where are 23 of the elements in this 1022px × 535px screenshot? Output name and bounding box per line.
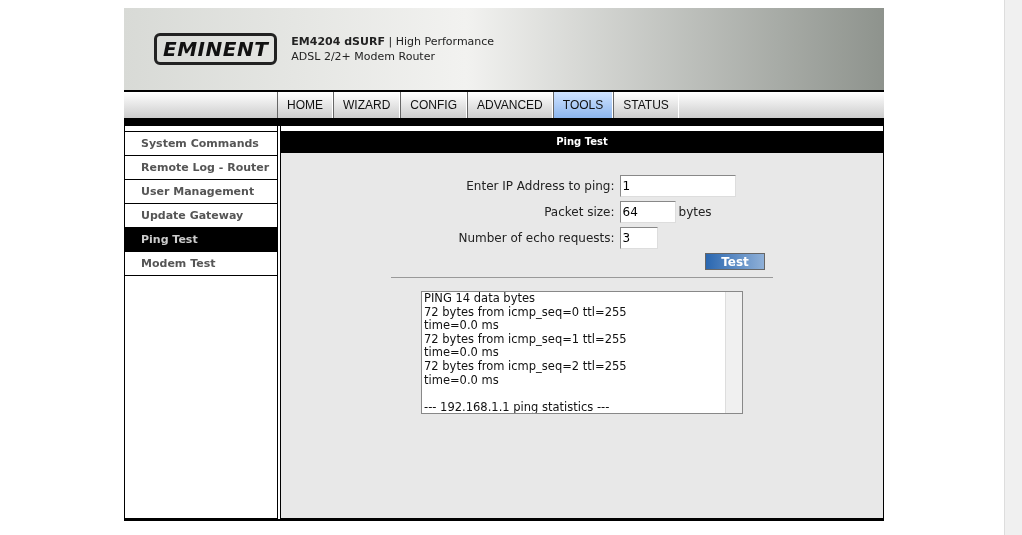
test-button[interactable]: Test [705,253,765,270]
field-label: Enter IP Address to ping: [465,179,615,193]
unit-label: bytes [678,205,712,219]
sidebar-item[interactable]: System Commands [125,131,277,156]
nav-tab[interactable]: HOME [277,92,333,118]
page-scrollbar[interactable] [1004,0,1022,535]
input-field[interactable]: 64 [619,201,676,223]
input-field[interactable]: 3 [619,227,658,249]
sidebar-item[interactable]: Ping Test [125,228,277,252]
field-label: Number of echo requests: [458,231,615,245]
nav-tab[interactable]: WIZARD [333,92,401,118]
panel-title: Ping Test [281,131,883,153]
scrollbar-drawing[interactable] [725,292,742,413]
nav-tab[interactable]: ADVANCED [467,92,553,118]
brand-logo: EMINENT [154,33,278,65]
nav-tab[interactable]: TOOLS [552,92,614,118]
ping-output: PING 14 data bytes 72 bytes from icmp_seq=0 ttl=255 time=0.0 ms 72 bytes from icmp_seq=1 ttl=255 time=0.0 ms 72 bytes from icmp_seq=2 ttl=255 time=0.0 ms --- 192.168.1.1 ping statistics --- [423,292,628,413]
nav-tab[interactable]: CONFIG [400,92,467,118]
product-subtitle: ADSL 2/2+ Modem Router [291,49,436,64]
model-name: EM4204 dSURF | High Performance [291,34,495,49]
field-label: Packet size: [543,205,615,219]
nav-tab[interactable]: STATUS [613,92,679,118]
input-field[interactable]: 1 [619,175,736,197]
